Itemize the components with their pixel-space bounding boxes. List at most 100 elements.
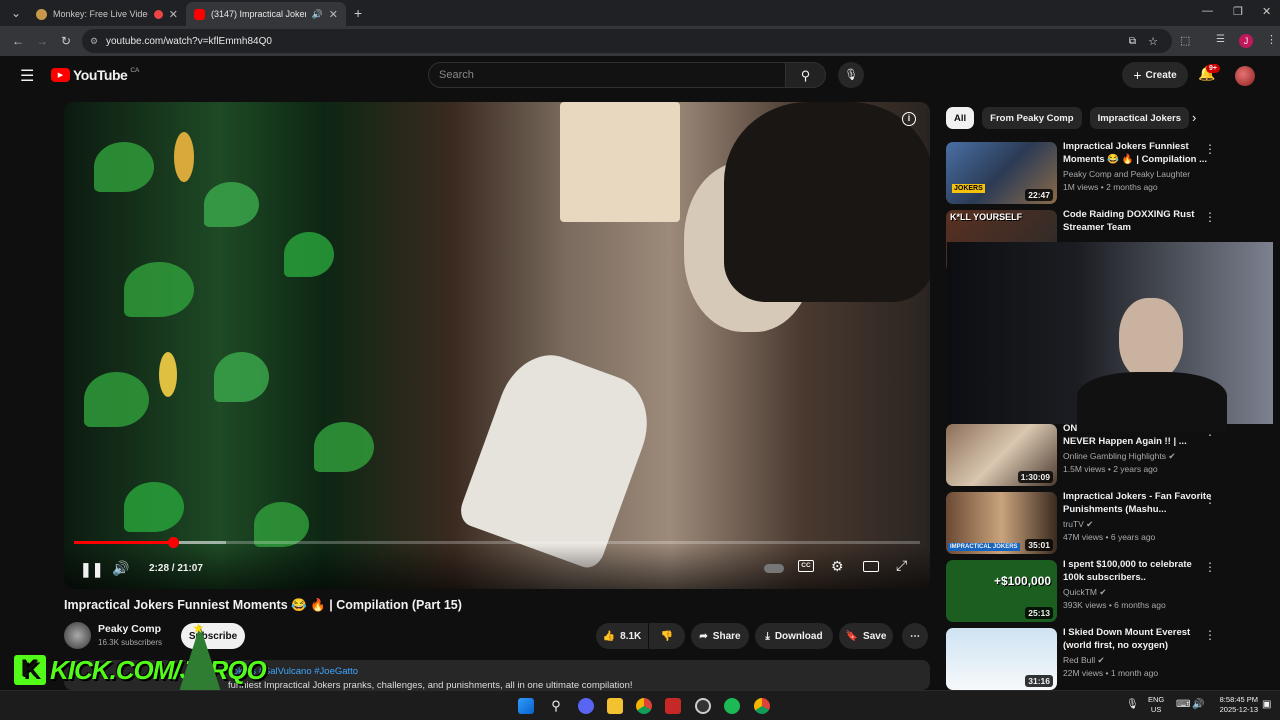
recommended-video[interactable]: +$100,000 25:13 I spent $100,000 to cele…: [946, 559, 1236, 622]
rec-meta: 393K views • 6 months ago: [1063, 600, 1166, 610]
thumbnail-caption: IMPRACTICAL JOKERS: [948, 543, 1020, 551]
thumbnail-caption: K*LL YOURSELF: [950, 212, 1023, 222]
file-explorer-icon[interactable]: [607, 698, 623, 714]
verified-icon: ✔: [1168, 451, 1176, 461]
account-avatar[interactable]: [1235, 66, 1255, 86]
more-vertical-icon[interactable]: ⋮: [1204, 628, 1216, 642]
channel-avatar[interactable]: [64, 622, 91, 649]
search-input[interactable]: Search: [428, 62, 786, 88]
clock[interactable]: 8:58:45 PM 2025-12-13: [1212, 695, 1258, 715]
obs-icon[interactable]: [695, 698, 711, 714]
more-actions-button[interactable]: ⋯: [902, 623, 928, 649]
scrubber-knob[interactable]: [167, 537, 179, 548]
forward-icon[interactable]: →: [30, 34, 54, 48]
mic-tray-icon[interactable]: 🎙: [1126, 699, 1139, 710]
progress-bar[interactable]: [74, 537, 920, 548]
captions-icon[interactable]: CC: [798, 560, 814, 572]
youtube-logo[interactable]: ▶ YouTube CA: [51, 67, 139, 83]
close-tab-icon[interactable]: ✕: [169, 8, 178, 21]
hamburger-menu-icon[interactable]: ☰: [20, 66, 34, 86]
kick-overlay-banner: K KICK.COM/JERQO: [14, 655, 267, 685]
video-thumbnail: 31:16: [946, 628, 1057, 690]
video-thumbnail: JOKERS 22:47: [946, 142, 1057, 204]
spotify-icon[interactable]: [724, 698, 740, 714]
like-button[interactable]: 👍 8.1K: [596, 623, 648, 649]
close-tab-icon[interactable]: ✕: [329, 8, 338, 21]
voice-search-mic-icon[interactable]: 🎙: [838, 62, 864, 88]
search-icon: ⚲: [800, 68, 811, 83]
search-icon[interactable]: ⚲: [548, 698, 564, 714]
more-vertical-icon[interactable]: ⋮: [1204, 142, 1216, 156]
channel-name[interactable]: Peaky Comp: [98, 623, 161, 635]
windows-taskbar: ⚲ 🎙 ENG US ⌨ 🔊 8:58:45 PM 2025-12-13 ▣: [0, 690, 1280, 720]
theater-mode-icon[interactable]: [863, 561, 879, 572]
window-minimize-button[interactable]: —: [1202, 5, 1213, 17]
bookmark-star-icon[interactable]: ☆: [1148, 35, 1158, 48]
more-vertical-icon[interactable]: ⋮: [1204, 492, 1216, 506]
profile-avatar[interactable]: J: [1239, 34, 1253, 48]
channel-name: Online Gambling Highlights: [1063, 451, 1166, 461]
recommended-video[interactable]: 31:16 I Skied Down Mount Everest (world …: [946, 627, 1236, 690]
parrot-shape: [174, 132, 194, 182]
share-button[interactable]: ➦ Share: [691, 623, 749, 649]
dislike-button[interactable]: 👎: [649, 623, 685, 649]
new-tab-button[interactable]: +: [354, 5, 362, 21]
recommended-video[interactable]: IMPRACTICAL JOKERS 35:01 Impractical Jok…: [946, 491, 1236, 554]
fullscreen-icon[interactable]: ⤢: [896, 557, 907, 574]
recommended-video[interactable]: JOKERS 22:47 Impractical Jokers Funniest…: [946, 141, 1236, 204]
window-restore-button[interactable]: ❐: [1233, 5, 1243, 18]
install-icon[interactable]: ⧉: [1129, 36, 1136, 47]
recommended-video[interactable]: 1:30:09 ONCE In A LIFETIME.. Will NEVER …: [946, 423, 1236, 486]
browser-toolbar: ← → ↻ ⚙ youtube.com/watch?v=kflEmmh84Q0 …: [0, 26, 1280, 56]
shirt-pattern: [94, 142, 154, 192]
address-bar[interactable]: ⚙ youtube.com/watch?v=kflEmmh84Q0 ⧉ ☆: [82, 29, 1172, 53]
save-button[interactable]: 🔖 Save: [839, 623, 893, 649]
tab-search-icon[interactable]: ☰: [1216, 34, 1225, 45]
windows-start-icon[interactable]: [518, 698, 534, 714]
autoplay-toggle[interactable]: [764, 564, 784, 573]
volume-tray-icon[interactable]: 🔊: [1192, 699, 1204, 710]
recording-icon: [153, 9, 163, 19]
browser-tab-youtube[interactable]: (3147) Impractical Jokers Fu 🔊 ✕: [186, 2, 346, 26]
pause-icon[interactable]: ❚❚: [80, 561, 103, 578]
window-close-button[interactable]: ✕: [1262, 5, 1271, 18]
notification-center-icon[interactable]: ▣: [1262, 699, 1271, 710]
tab-list-chevron-icon[interactable]: ⌄: [4, 6, 28, 20]
duration-badge: 22:47: [1025, 189, 1053, 201]
discord-icon[interactable]: [578, 698, 594, 714]
video-thumbnail: IMPRACTICAL JOKERS 35:01: [946, 492, 1057, 554]
site-info-icon[interactable]: ⚙: [90, 36, 98, 47]
back-icon[interactable]: ←: [6, 34, 30, 48]
video-player[interactable]: i ❚❚ 🔊 2:28 / 21:07 CC ⚙ ⤢: [64, 102, 930, 589]
volume-icon[interactable]: 🔊: [112, 560, 129, 577]
chrome-icon[interactable]: [636, 698, 652, 714]
chip-impractical-jokers[interactable]: Impractical Jokers: [1089, 107, 1189, 129]
reload-icon[interactable]: ↻: [54, 34, 78, 48]
chrome-profile-icon[interactable]: [754, 698, 770, 714]
video-title: Impractical Jokers Funniest Moments 😂 🔥 …: [64, 598, 462, 612]
language-indicator[interactable]: ENG US: [1148, 695, 1164, 715]
more-vertical-icon[interactable]: ⋮: [1204, 210, 1216, 224]
create-button[interactable]: + Create: [1122, 62, 1188, 88]
search-button[interactable]: ⚲: [786, 62, 826, 88]
played-bar: [74, 541, 173, 544]
info-icon[interactable]: i: [902, 112, 916, 126]
monkey-favicon-icon: [36, 8, 47, 20]
youtube-play-logo-icon: ▶: [51, 68, 70, 82]
youtube-favicon-icon: [194, 8, 205, 20]
app-icon[interactable]: [665, 698, 681, 714]
region-code: CA: [130, 66, 140, 74]
chip-all[interactable]: All: [946, 107, 975, 129]
browser-menu-icon[interactable]: ⋮: [1266, 33, 1277, 46]
browser-tab-monkey[interactable]: Monkey: Free Live Video Ch ✕: [28, 2, 186, 26]
network-icon[interactable]: ⌨: [1176, 699, 1190, 710]
parrot-shape: [159, 352, 177, 397]
chip-from-peaky-comp[interactable]: From Peaky Comp: [982, 107, 1082, 129]
download-button[interactable]: ⤓ Download: [755, 623, 833, 649]
duration-badge: 35:01: [1025, 539, 1053, 551]
settings-gear-icon[interactable]: ⚙: [831, 558, 844, 575]
speaker-icon[interactable]: 🔊: [312, 9, 323, 20]
chips-next-chevron-icon[interactable]: ›: [1192, 110, 1196, 125]
extensions-icon[interactable]: ⬚: [1180, 34, 1190, 47]
more-vertical-icon[interactable]: ⋮: [1204, 560, 1216, 574]
